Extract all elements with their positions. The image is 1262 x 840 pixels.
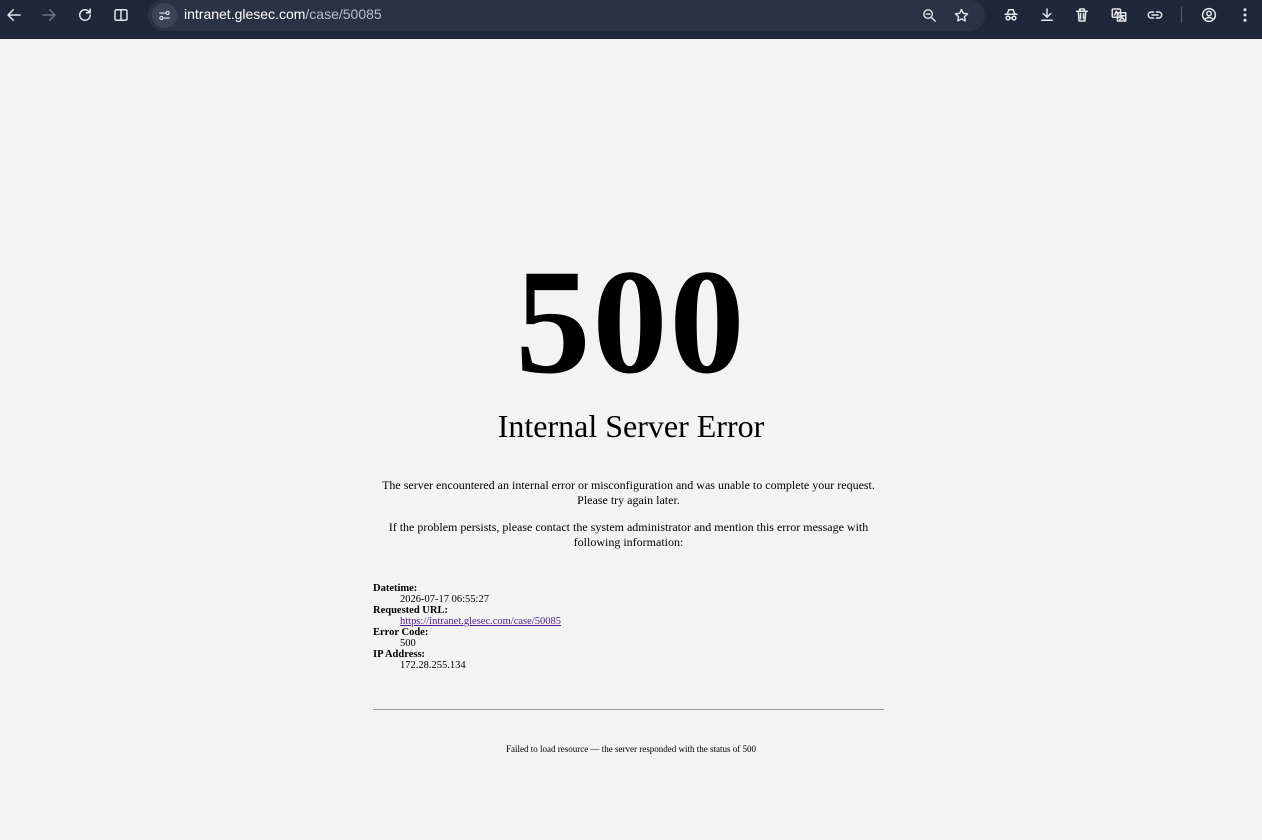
ip-address-label: IP Address:: [373, 649, 426, 660]
site-info-icon[interactable]: [152, 3, 177, 28]
requested-url-value: https://intranet.glesec.com/case/50085: [400, 616, 561, 627]
url-host: intranet.glesec.com: [184, 6, 306, 22]
requested-url-label: Requested URL:: [373, 605, 448, 616]
menu-icon[interactable]: [1229, 0, 1261, 30]
ip-address-value: 172.28.255.134: [400, 660, 466, 671]
requested-url-link[interactable]: https://intranet.glesec.com/case/50085: [400, 616, 561, 627]
url-text[interactable]: intranet.glesec.com/case/50085: [184, 6, 382, 22]
incognito-icon[interactable]: [995, 0, 1027, 30]
error-details: Datetime: 2026-07-17 06:55:27 Requested …: [373, 583, 561, 671]
profile-icon[interactable]: [1193, 0, 1225, 30]
error-code-heading: 500: [515, 239, 747, 405]
contact-message-line: If the problem persists, please contact …: [388, 520, 869, 534]
error-message-line: Please try again later.: [577, 493, 680, 507]
reload-icon[interactable]: [69, 0, 101, 30]
forward-icon[interactable]: [33, 0, 65, 30]
url-path: /case/50085: [305, 6, 382, 22]
translate-icon[interactable]: [1103, 0, 1135, 30]
bookmark-star-icon[interactable]: [945, 0, 977, 31]
back-icon[interactable]: [0, 0, 30, 30]
error-title: Internal Server Error: [497, 408, 765, 444]
download-icon[interactable]: [1031, 0, 1063, 30]
error-code-label: Error Code:: [373, 627, 429, 638]
contact-message: If the problem persists, please contact …: [373, 520, 884, 550]
error-message-line: The server encountered an internal error…: [382, 478, 875, 492]
browser-toolbar: intranet.glesec.com/case/50085: [0, 0, 1262, 39]
error-message: The server encountered an internal error…: [373, 478, 884, 508]
split-view-icon[interactable]: [105, 0, 137, 30]
error-code-value: 500: [400, 638, 416, 649]
delete-icon[interactable]: [1066, 0, 1098, 30]
contact-message-line: following information:: [573, 535, 684, 549]
datetime-value: 2026-07-17 06:55:27: [400, 594, 489, 605]
toolbar-divider: [1181, 7, 1182, 23]
address-bar[interactable]: intranet.glesec.com/case/50085: [148, 0, 985, 31]
page-content: 500 Internal Server Error The server enc…: [0, 39, 1262, 840]
divider: [373, 709, 884, 710]
datetime-label: Datetime:: [373, 583, 418, 594]
link-icon[interactable]: [1139, 0, 1171, 30]
zoom-icon[interactable]: [913, 0, 945, 31]
footer-status: Failed to load resource — the server res…: [506, 744, 756, 754]
